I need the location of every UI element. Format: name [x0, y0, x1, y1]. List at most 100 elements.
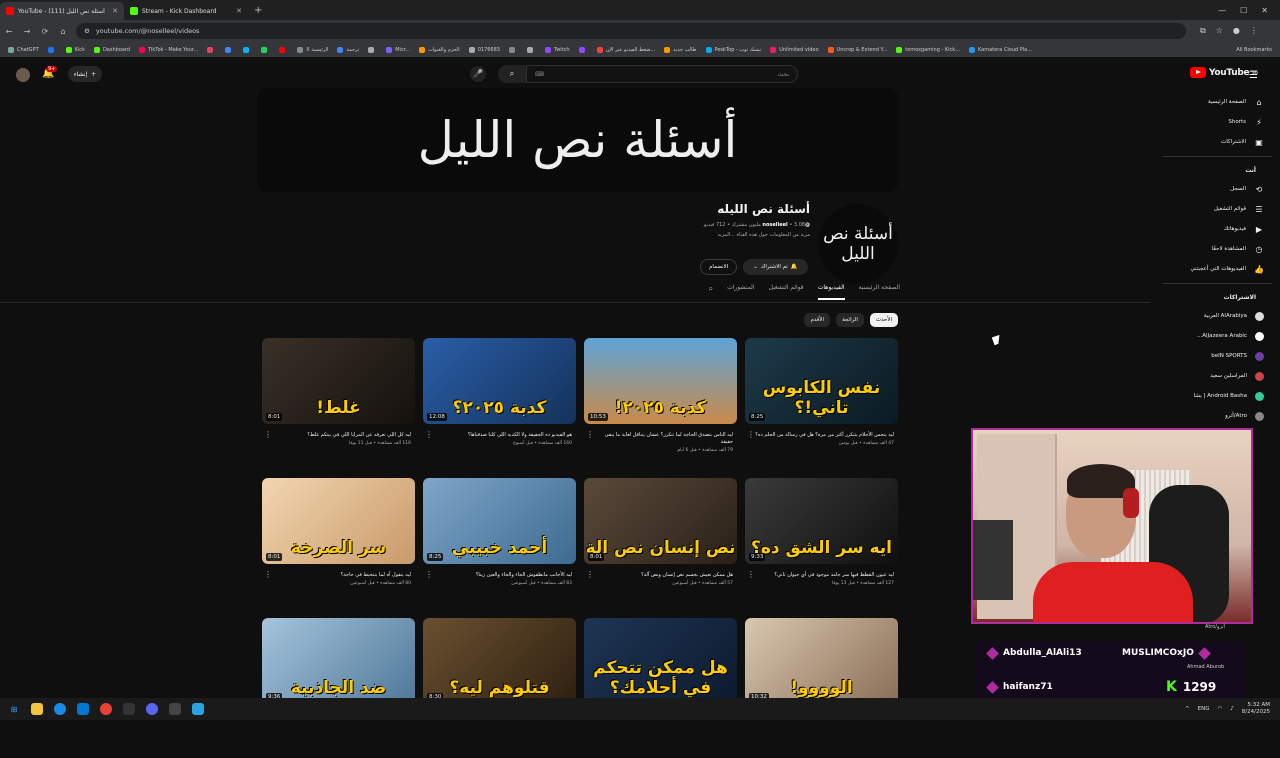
video-thumbnail[interactable]: قتلوهم ليه؟ 8:30 — [423, 618, 576, 704]
bookmark-item[interactable] — [508, 46, 518, 53]
video-card[interactable]: ايه سر الشق ده؟ 9:33 ليه عيون القطط فيها س… — [745, 478, 898, 618]
site-info-icon[interactable]: ⚙ — [84, 27, 90, 35]
video-thumbnail[interactable]: نص إنسان نص الة 8:01 — [584, 478, 737, 564]
sidebar-item[interactable]: 👍 الفيديوهات التي أعجبتني — [1155, 259, 1280, 279]
telegram-icon[interactable] — [192, 703, 204, 715]
bookmark-item[interactable]: Dashboard — [93, 46, 130, 53]
bookmark-item[interactable]: Kick — [65, 46, 85, 53]
video-thumbnail[interactable]: أحمد خبيبي 8:25 — [423, 478, 576, 564]
bookmark-item[interactable]: 0176683 — [468, 46, 500, 53]
windows-start-icon[interactable]: ⊞ — [8, 703, 20, 715]
join-button[interactable]: الانضمام — [700, 259, 738, 275]
wifi-icon[interactable]: ◠ — [1217, 706, 1222, 712]
bookmark-item[interactable]: TikTok - Make Your... — [139, 46, 198, 53]
sidebar-item[interactable]: ☰ قوائم التشغيل — [1155, 199, 1280, 219]
sidebar-subs-header[interactable]: الاشتراكات — [1155, 288, 1280, 306]
keyboard-icon[interactable]: ⌨ — [535, 71, 544, 78]
video-card[interactable]: ضد الجاذبية 9:36 — [262, 618, 415, 758]
bookmark-item[interactable] — [279, 46, 288, 53]
channel-tab[interactable]: المنشورات — [727, 284, 754, 302]
bookmark-item[interactable] — [243, 46, 252, 53]
channel-tab[interactable]: الصفحة الرئيسية — [859, 284, 900, 302]
sidebar-item[interactable]: ◷ المشاهدة لاحقًا — [1155, 239, 1280, 259]
sidebar-subscription[interactable]: المراسلين سعيد — [1155, 366, 1280, 386]
channel-search-icon[interactable]: ⌕ — [709, 284, 713, 302]
bookmark-item[interactable]: Uncrop & Extend Y... — [827, 46, 887, 53]
bookmark-item[interactable]: Unlimited video — [770, 46, 819, 53]
sidebar-subscription[interactable]: AlJazeera Arabic... — [1155, 326, 1280, 346]
video-title[interactable]: ليه عيون القطط فيها سر جامد موجود في أي … — [745, 572, 898, 579]
url-bar[interactable]: ⚙ youtube.com/@noselleel/videos — [76, 23, 1186, 39]
bookmark-item[interactable] — [368, 46, 377, 53]
sort-chip[interactable]: الرائجة — [836, 313, 864, 327]
search-button[interactable]: ⌕ — [498, 65, 526, 83]
video-more-icon[interactable]: ⋮ — [586, 430, 594, 439]
sidebar-item[interactable]: ⚡ Shorts — [1155, 112, 1280, 132]
video-thumbnail[interactable]: كدبة ٢٠٢٥! 10:53 — [584, 338, 737, 424]
store-icon[interactable] — [77, 703, 89, 715]
obs-icon[interactable] — [169, 703, 181, 715]
profile-icon[interactable]: ● — [1233, 26, 1240, 36]
video-card[interactable]: أحمد خبيبي 8:25 ليه الأجانب مانطقوش الحاء … — [423, 478, 576, 618]
video-title[interactable]: هل ممكن نعيش بجسم نص إنسان ونص آلة؟ — [584, 572, 737, 579]
browser-menu-icon[interactable]: ⋮ — [1250, 26, 1258, 36]
channel-tab[interactable]: الفيديوهات — [817, 284, 845, 300]
guide-menu-icon[interactable]: ☰ — [1249, 70, 1258, 81]
video-more-icon[interactable]: ⋮ — [425, 570, 433, 579]
app-icon[interactable] — [123, 703, 135, 715]
youtube-logo[interactable]: YouTube EG — [1190, 67, 1258, 78]
bookmark-item[interactable]: temoxgaming - Kick... — [896, 46, 960, 53]
sidebar-item[interactable]: ▶ فيديوهاتك — [1155, 219, 1280, 239]
close-window-icon[interactable]: ✕ — [1261, 6, 1268, 15]
maximize-icon[interactable]: ☐ — [1240, 6, 1247, 15]
video-thumbnail[interactable]: الوووو! 10:32 — [745, 618, 898, 704]
browser-tab[interactable]: YouTube - أسئلة نص الليل (111) ✕ — [0, 2, 124, 20]
video-more-icon[interactable]: ⋮ — [586, 570, 594, 579]
back-icon[interactable]: ← — [0, 27, 18, 36]
bookmark-item[interactable]: X الرئيسية — [297, 46, 328, 53]
volume-icon[interactable]: ♪ — [1230, 706, 1234, 712]
account-avatar[interactable] — [16, 68, 30, 82]
video-thumbnail[interactable]: نفس الكابوس تاني!؟ 8:25 — [745, 338, 898, 424]
sidebar-subscription[interactable]: beIN SPORTS — [1155, 346, 1280, 366]
sidebar-item[interactable]: ⟲ السجل — [1155, 179, 1280, 199]
video-thumbnail[interactable]: سر الصرخة 8:01 — [262, 478, 415, 564]
sidebar-item[interactable]: ▣ الاشتراكات — [1155, 132, 1280, 152]
minimize-icon[interactable]: — — [1218, 6, 1226, 15]
bookmark-item[interactable] — [578, 46, 588, 53]
bookmark-item[interactable]: ترجمة — [337, 46, 359, 53]
edge-icon[interactable] — [54, 703, 66, 715]
search-input[interactable]: بحث ⌨ — [526, 65, 798, 83]
video-thumbnail[interactable]: كدبة ٢٠٢٥؟ 12:08 — [423, 338, 576, 424]
video-card[interactable]: الوووو! 10:32 — [745, 618, 898, 758]
video-card[interactable]: نفس الكابوس تاني!؟ 8:25 ليه بنحس الأحلام ب… — [745, 338, 898, 478]
new-tab-button[interactable]: + — [248, 5, 268, 16]
video-title[interactable]: هو الفيديو ده الحقيقة ولا الكدبة اللي كل… — [423, 432, 576, 439]
home-browser-icon[interactable]: ⌂ — [54, 27, 72, 36]
bookmark-star-icon[interactable]: ☆ — [1216, 26, 1223, 36]
chrome-icon[interactable] — [100, 703, 112, 715]
video-thumbnail[interactable]: غلط! 8:01 — [262, 338, 415, 424]
sort-chip[interactable]: الأحدث — [869, 313, 898, 327]
sidebar-item[interactable]: ⌂ الصفحة الرئيسية — [1155, 92, 1280, 112]
bookmark-item[interactable] — [261, 46, 270, 53]
subscribed-button[interactable]: 🔔 تم الاشتراك ⌄ — [743, 259, 808, 275]
video-title[interactable]: ليه بنحس الأحلام بتتكرر أكثر من مرة؟ هل … — [745, 432, 898, 439]
browser-tab[interactable]: Stream - Kick Dashboard ✕ — [124, 2, 248, 20]
voice-search-mic-icon[interactable]: 🎤 — [470, 66, 486, 82]
sidebar-subscription[interactable]: Android Basha | بشا — [1155, 386, 1280, 406]
bookmark-item[interactable]: ChatGPT — [8, 46, 39, 53]
bookmark-item[interactable] — [526, 46, 536, 53]
sort-chip[interactable]: الأقدم — [804, 313, 831, 327]
bookmark-item[interactable] — [225, 46, 234, 53]
video-title[interactable]: ليه كل اللي تعرفه عن المرايا اللي في بيت… — [262, 432, 415, 439]
bookmark-item[interactable] — [207, 46, 216, 53]
sidebar-subscription[interactable]: AlArabiya العربية — [1155, 306, 1280, 326]
video-card[interactable]: سر الصرخة 8:01 ليه بنقول آه لما بنتخبط في … — [262, 478, 415, 618]
sidebar-subscription[interactable]: Atro/أترو — [1155, 406, 1280, 426]
video-card[interactable]: هل ممكن تتحكم في أحلامك؟ — [584, 618, 737, 758]
bookmark-item[interactable]: PeskTop - نيسك توب — [705, 46, 761, 53]
video-more-icon[interactable]: ⋮ — [747, 430, 755, 439]
tab-close-icon[interactable]: ✕ — [112, 7, 118, 15]
language-indicator[interactable]: ENG — [1198, 706, 1210, 712]
